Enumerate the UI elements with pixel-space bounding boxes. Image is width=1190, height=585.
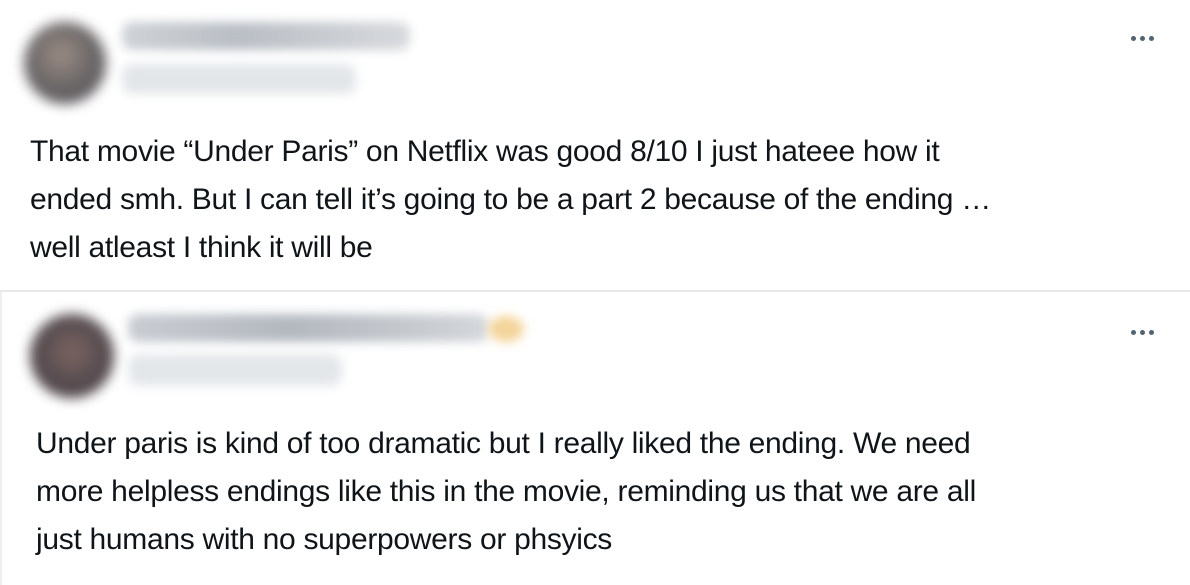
author-name-blurred[interactable]	[122, 22, 410, 50]
post[interactable]: Under paris is kind of too dramatic but …	[0, 292, 1190, 585]
more-options-button[interactable]	[1122, 320, 1162, 344]
post-text: Under paris is kind of too dramatic but …	[36, 427, 976, 556]
avatar[interactable]	[24, 22, 106, 104]
more-horizontal-icon	[1139, 35, 1145, 41]
post-border	[0, 292, 2, 585]
more-horizontal-icon	[1130, 329, 1136, 335]
avatar[interactable]	[30, 314, 114, 398]
author-name-blurred[interactable]	[128, 314, 488, 342]
post-text: That movie “Under Paris” on Netflix was …	[30, 135, 991, 264]
author-handle-blurred[interactable]	[122, 64, 356, 94]
more-options-button[interactable]	[1122, 26, 1162, 50]
more-horizontal-icon	[1130, 35, 1136, 41]
more-horizontal-icon	[1139, 329, 1145, 335]
more-horizontal-icon	[1148, 35, 1154, 41]
verified-badge-icon	[488, 316, 524, 342]
more-horizontal-icon	[1148, 329, 1154, 335]
post[interactable]: That movie “Under Paris” on Netflix was …	[0, 0, 1190, 290]
author-handle-blurred[interactable]	[128, 354, 342, 386]
